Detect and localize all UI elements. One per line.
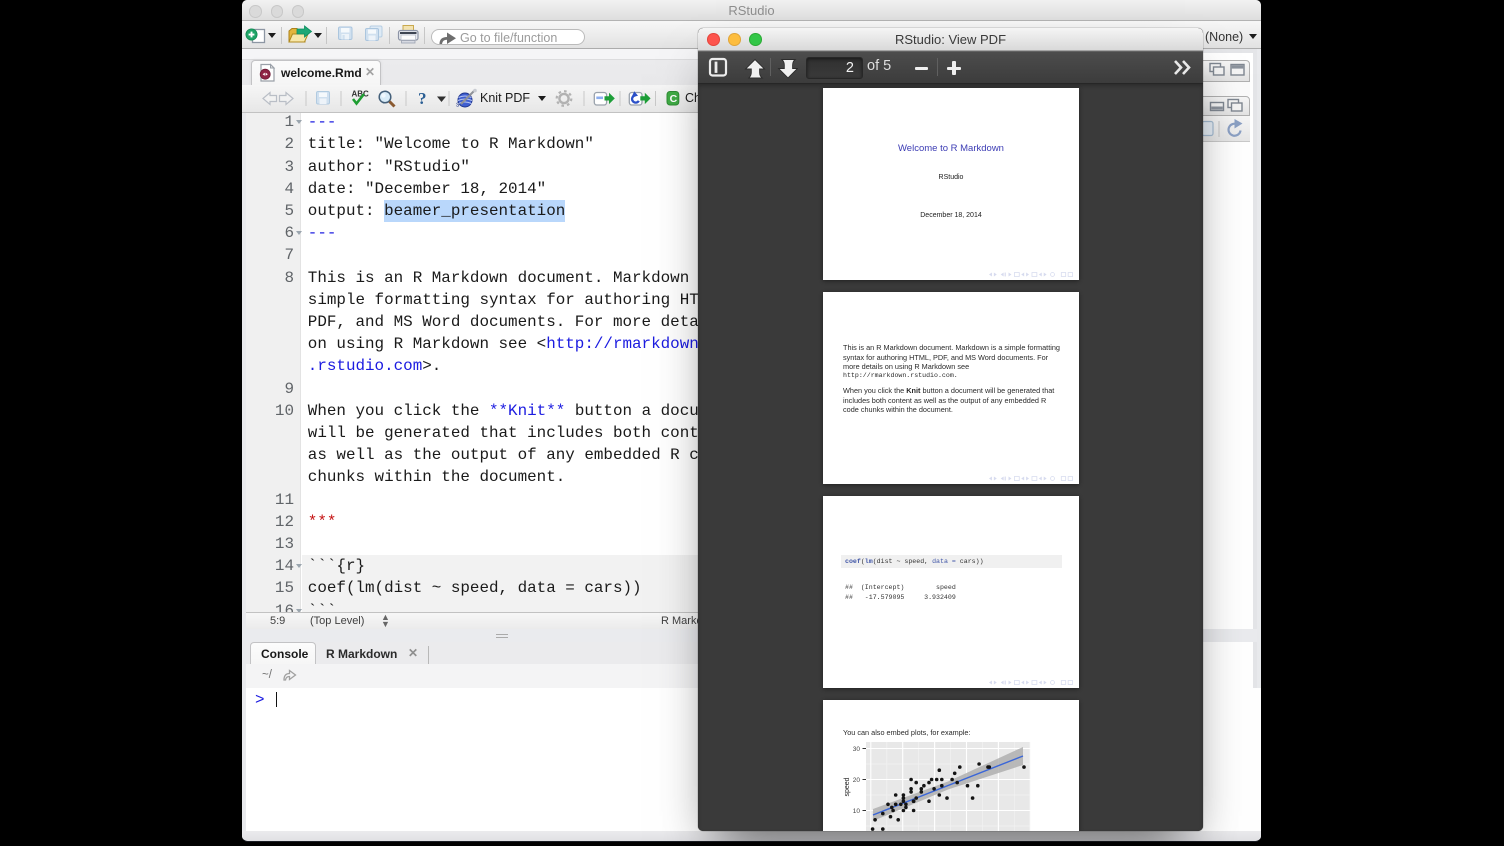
svg-text:speed: speed (844, 777, 851, 796)
svg-text:s: s (456, 102, 460, 109)
svg-text:20: 20 (853, 777, 861, 784)
svg-text:C: C (670, 93, 678, 105)
svg-text:30: 30 (853, 746, 861, 753)
svg-text:?: ? (418, 89, 427, 108)
svg-text:10: 10 (853, 808, 861, 815)
